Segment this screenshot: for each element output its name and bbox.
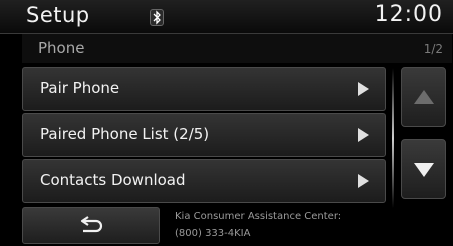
menu-item-label: Paired Phone List (2/5) <box>40 125 210 143</box>
clock: 12:00 <box>374 2 443 27</box>
menu-item-label: Pair Phone <box>40 79 120 97</box>
paired-phone-list-button[interactable]: Paired Phone List (2/5) <box>22 113 386 157</box>
pair-phone-button[interactable]: Pair Phone <box>22 67 386 111</box>
assistance-info: Kia Consumer Assistance Center: (800) 33… <box>175 208 341 242</box>
assistance-line-1: Kia Consumer Assistance Center: <box>175 211 342 222</box>
subheader-bar <box>22 34 452 63</box>
arrow-right-icon <box>358 174 369 188</box>
bluetooth-icon <box>150 9 164 26</box>
menu-item-label: Contacts Download <box>40 171 186 189</box>
scroll-down-button[interactable] <box>401 139 446 199</box>
scroll-divider <box>392 68 394 208</box>
triangle-up-icon <box>414 90 434 104</box>
scroll-up-button[interactable] <box>401 67 446 127</box>
back-arrow-icon <box>80 216 103 233</box>
subheader-title: Phone <box>38 39 85 57</box>
arrow-right-icon <box>358 128 369 142</box>
contacts-download-button[interactable]: Contacts Download <box>22 159 386 203</box>
arrow-right-icon <box>358 82 369 96</box>
assistance-phone: (800) 333-4KIA <box>175 228 251 239</box>
page-indicator: 1/2 <box>423 42 443 56</box>
back-button[interactable] <box>22 207 160 244</box>
triangle-down-icon <box>414 163 434 177</box>
screen-title: Setup <box>26 3 90 27</box>
